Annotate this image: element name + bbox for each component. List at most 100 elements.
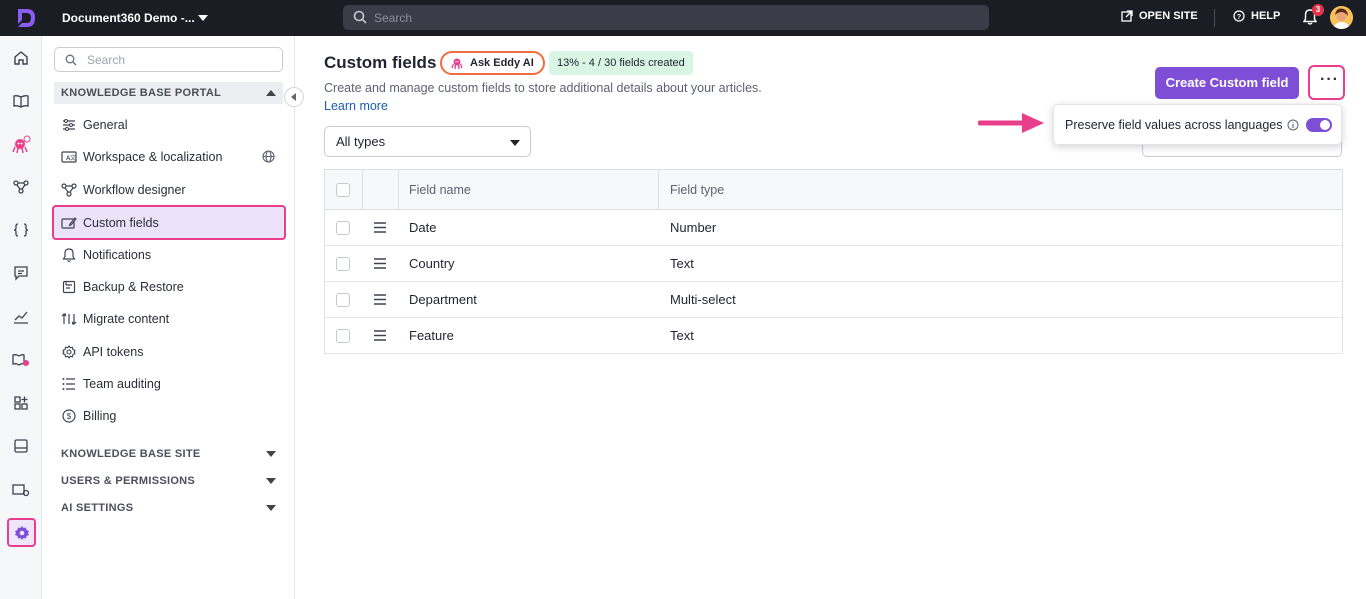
sidebar-item-custom-fields[interactable]: Custom fields — [52, 205, 286, 240]
sidebar-item-label: Notifications — [83, 248, 152, 262]
sidebar-item-workspace-localization[interactable]: A文 Workspace & localization — [54, 143, 283, 171]
notification-count-badge: 3 — [1312, 4, 1324, 16]
column-divider — [658, 170, 659, 210]
table-row[interactable]: Feature Text — [325, 318, 1342, 354]
sidebar-item-label: Team auditing — [83, 377, 161, 391]
field-name-cell: Country — [409, 256, 455, 271]
settings-sidebar: KNOWLEDGE BASE PORTAL General A文 Workspa… — [42, 36, 295, 599]
sidebar-item-notifications[interactable]: Notifications — [54, 241, 283, 269]
eddy-ai-icon[interactable] — [8, 132, 34, 158]
field-type-cell: Multi-select — [670, 292, 736, 307]
dollar-icon: $ — [61, 408, 77, 424]
document360-logo[interactable] — [14, 6, 38, 30]
svg-text:$: $ — [67, 412, 72, 421]
global-search[interactable] — [343, 5, 989, 30]
row-checkbox[interactable] — [336, 293, 350, 307]
column-header-field-type[interactable]: Field type — [670, 183, 724, 197]
preserve-field-values-toggle[interactable] — [1306, 118, 1332, 132]
section-knowledge-base-portal[interactable]: KNOWLEDGE BASE PORTAL — [54, 82, 283, 104]
chevron-down-icon[interactable] — [198, 15, 208, 21]
open-site-button[interactable]: OPEN SITE — [1121, 10, 1198, 22]
row-checkbox[interactable] — [336, 329, 350, 343]
project-selector-label[interactable]: Document360 Demo -... — [62, 11, 195, 25]
analytics-icon[interactable] — [8, 304, 34, 330]
sliders-icon — [61, 117, 77, 133]
sidebar-item-team-auditing[interactable]: Team auditing — [54, 370, 283, 398]
feedback-icon[interactable] — [8, 260, 34, 286]
settings-search[interactable] — [54, 47, 283, 72]
settings-gear-icon[interactable] — [7, 518, 36, 547]
section-ai-settings[interactable]: AI SETTINGS — [54, 497, 283, 519]
table-row[interactable]: Country Text — [325, 246, 1342, 282]
documentation-icon[interactable] — [8, 88, 34, 114]
chevron-down-icon — [266, 451, 276, 457]
field-name-cell: Feature — [409, 328, 454, 343]
custom-fields-table: Field name Field type Date Number Countr… — [324, 169, 1343, 354]
section-knowledge-base-site[interactable]: KNOWLEDGE BASE SITE — [54, 443, 283, 465]
field-name-cell: Date — [409, 220, 437, 235]
field-type-filter-value: All types — [336, 134, 386, 149]
help-icon: ? — [1233, 10, 1245, 22]
field-name-cell: Department — [409, 292, 477, 307]
preserve-field-values-label: Preserve field values across languages — [1065, 118, 1283, 132]
knowledge-base-settings-icon[interactable] — [8, 347, 34, 373]
workflow-nav-icon[interactable] — [8, 174, 34, 200]
select-all-checkbox[interactable] — [336, 183, 350, 197]
row-checkbox[interactable] — [336, 221, 350, 235]
field-type-filter[interactable]: All types — [324, 126, 531, 157]
open-site-label: OPEN SITE — [1139, 10, 1198, 22]
learn-more-link[interactable]: Learn more — [324, 99, 388, 113]
field-type-cell: Text — [670, 256, 694, 271]
external-link-icon — [1121, 10, 1133, 22]
integrations-icon[interactable] — [8, 390, 34, 416]
section-label: AI SETTINGS — [61, 502, 134, 514]
sidebar-item-backup-restore[interactable]: Backup & Restore — [54, 273, 283, 301]
backup-icon — [61, 279, 77, 295]
sidebar-item-general[interactable]: General — [54, 111, 283, 139]
column-divider — [398, 170, 399, 210]
widget-icon[interactable] — [8, 433, 34, 459]
sidebar-item-migrate-content[interactable]: Migrate content — [54, 305, 283, 333]
more-options-button[interactable]: ··· — [1308, 65, 1345, 100]
drive-settings-icon[interactable] — [8, 477, 34, 503]
row-checkbox[interactable] — [336, 257, 350, 271]
column-divider — [362, 170, 363, 210]
section-label: KNOWLEDGE BASE SITE — [61, 448, 201, 460]
create-custom-field-button[interactable]: Create Custom field — [1155, 67, 1299, 99]
drag-handle-icon[interactable] — [374, 294, 386, 305]
sidebar-item-billing[interactable]: $ Billing — [54, 402, 283, 430]
home-icon[interactable] — [8, 45, 34, 71]
table-row[interactable]: Date Number — [325, 210, 1342, 246]
sidebar-item-api-tokens[interactable]: API tokens — [54, 338, 283, 366]
sidebar-item-workflow-designer[interactable]: Workflow designer — [54, 176, 283, 204]
sidebar-item-label: Workflow designer — [83, 183, 186, 197]
table-row[interactable]: Department Multi-select — [325, 282, 1342, 318]
drag-handle-icon[interactable] — [374, 330, 386, 341]
api-code-icon[interactable] — [8, 217, 34, 243]
collapse-sidebar-button[interactable] — [284, 87, 304, 107]
page-title: Custom fields — [324, 53, 437, 72]
global-search-input[interactable] — [374, 9, 974, 26]
column-header-field-name[interactable]: Field name — [409, 183, 471, 197]
sidebar-item-label: Workspace & localization — [83, 150, 223, 164]
bell-icon — [61, 247, 77, 263]
help-button[interactable]: ? HELP — [1233, 10, 1280, 22]
primary-nav-rail — [0, 36, 42, 599]
user-avatar[interactable] — [1330, 6, 1353, 29]
eddy-ai-icon — [451, 58, 463, 70]
section-users-permissions[interactable]: USERS & PERMISSIONS — [54, 470, 283, 492]
more-dots-icon: ··· — [1320, 71, 1339, 88]
page-subtitle: Create and manage custom fields to store… — [324, 81, 762, 95]
drag-handle-icon[interactable] — [374, 258, 386, 269]
chevron-up-icon — [266, 90, 276, 96]
drag-handle-icon[interactable] — [374, 222, 386, 233]
ask-eddy-ai-button[interactable]: Ask Eddy AI — [440, 51, 545, 75]
workflow-icon — [61, 182, 77, 198]
help-label: HELP — [1251, 10, 1281, 22]
info-icon[interactable] — [1287, 119, 1299, 131]
chevron-down-icon — [266, 505, 276, 511]
search-icon — [353, 10, 367, 24]
settings-search-input[interactable] — [87, 52, 277, 68]
field-type-cell: Text — [670, 328, 694, 343]
search-icon — [65, 54, 77, 66]
